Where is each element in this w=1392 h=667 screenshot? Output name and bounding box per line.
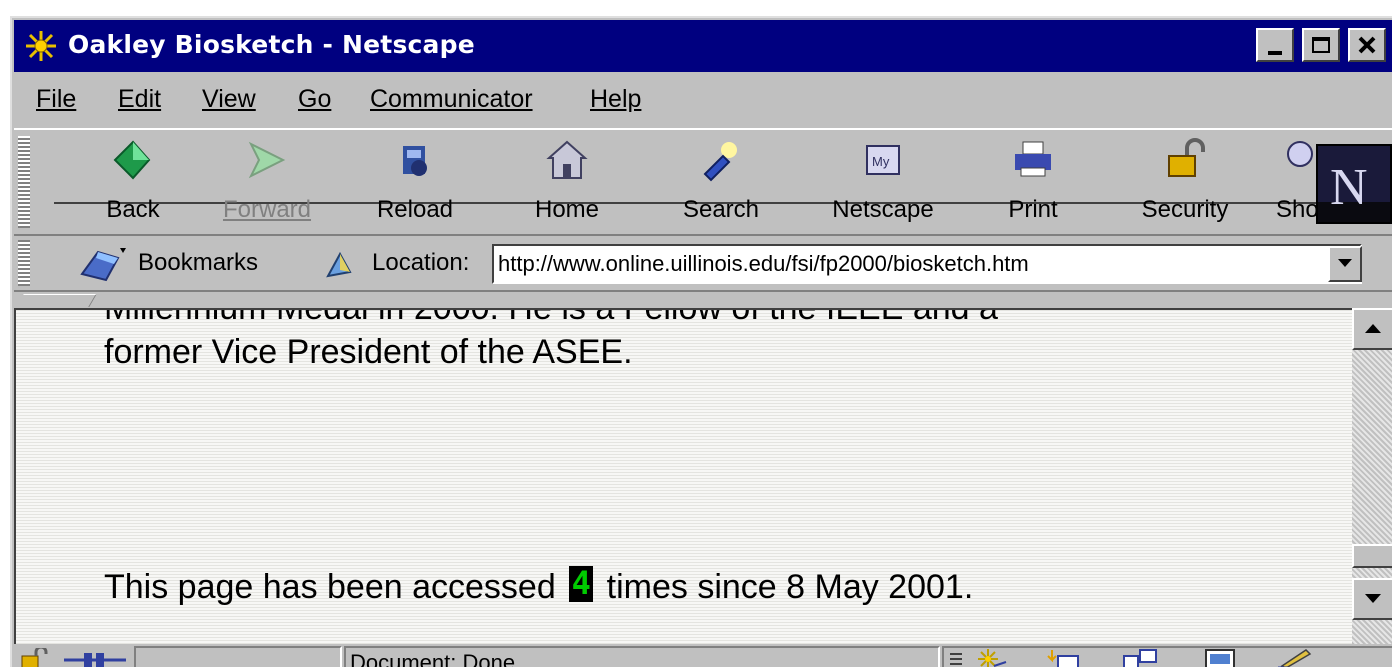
- home-button[interactable]: Home: [512, 138, 622, 228]
- menu-communicator[interactable]: Communicator: [370, 84, 533, 114]
- netscape-logo[interactable]: N: [1316, 144, 1392, 224]
- back-arrow-icon: [113, 140, 151, 180]
- progress-cell: [134, 646, 342, 667]
- discussion-component-icon[interactable]: [1120, 648, 1160, 667]
- window-title: Oakley Biosketch - Netscape: [68, 30, 475, 59]
- navigation-toolbar: Back Forward Reload Home Search My Netsc…: [14, 128, 1392, 236]
- scroll-down-button[interactable]: [1352, 578, 1392, 620]
- menu-edit[interactable]: Edit: [118, 84, 161, 114]
- component-bar-grip[interactable]: [950, 650, 962, 667]
- chevron-down-icon: [1338, 259, 1352, 267]
- toolbar-grip-handle[interactable]: [18, 136, 30, 228]
- content-line-2: former Vice President of the ASEE.: [104, 333, 633, 371]
- search-button[interactable]: Search: [666, 138, 776, 228]
- menu-file[interactable]: File: [36, 84, 76, 114]
- location-url-field[interactable]: http://www.online.uillinois.edu/fsi/fp20…: [492, 244, 1362, 284]
- composer-component-icon[interactable]: [1204, 648, 1236, 667]
- bookmarks-icon[interactable]: [78, 244, 130, 284]
- page-content: Millennium Medal in 2000. He is a Fellow…: [14, 308, 1352, 644]
- svg-text:My: My: [872, 154, 890, 169]
- content-line-1: Millennium Medal in 2000. He is a Fellow…: [104, 308, 998, 327]
- arrow-down-icon: [1365, 594, 1381, 603]
- browser-window: Oakley Biosketch - Netscape File Edit Vi…: [10, 16, 1392, 667]
- minimize-button[interactable]: [1256, 28, 1294, 62]
- edit-pencil-icon[interactable]: [1276, 646, 1316, 667]
- menu-help[interactable]: Help: [590, 84, 641, 114]
- hit-counter-line: This page has been accessed 4 times sinc…: [104, 564, 974, 607]
- status-bar: Document: Done: [14, 644, 1392, 667]
- online-connection-icon[interactable]: [58, 650, 132, 667]
- bookmarks-label[interactable]: Bookmarks: [138, 248, 258, 278]
- security-status-icon[interactable]: [20, 648, 50, 667]
- print-icon: [1015, 141, 1051, 177]
- svg-text:N: N: [1330, 159, 1368, 216]
- page-proxy-icon[interactable]: [324, 250, 354, 280]
- arrow-up-icon: [1365, 324, 1381, 333]
- maximize-icon: [1312, 37, 1330, 53]
- navigator-component-icon[interactable]: [976, 648, 1010, 667]
- status-text: Document: Done: [350, 650, 516, 667]
- minimize-icon: [1268, 51, 1282, 55]
- menu-view[interactable]: View: [202, 84, 256, 114]
- vertical-scrollbar[interactable]: [1352, 308, 1392, 644]
- close-button[interactable]: [1348, 28, 1386, 62]
- back-button[interactable]: Back: [78, 138, 188, 228]
- scrollbar-thumb[interactable]: [1352, 544, 1392, 568]
- hit-counter-digit: 4: [571, 564, 591, 602]
- location-label: Location:: [372, 249, 470, 276]
- reload-icon: [403, 146, 427, 176]
- mail-component-icon[interactable]: [1046, 648, 1082, 667]
- hit-counter: 4: [569, 564, 594, 602]
- security-button[interactable]: Security: [1130, 138, 1240, 228]
- scroll-up-button[interactable]: [1352, 308, 1392, 350]
- location-grip-handle[interactable]: [18, 240, 30, 286]
- netscape-app-icon: [24, 29, 58, 63]
- close-icon: [1358, 36, 1376, 54]
- reload-button[interactable]: Reload: [360, 138, 470, 228]
- forward-button[interactable]: Forward: [212, 138, 322, 228]
- menu-bar: File Edit View Go Communicator Help: [14, 74, 1392, 124]
- maximize-button[interactable]: [1302, 28, 1340, 62]
- title-bar[interactable]: Oakley Biosketch - Netscape: [14, 20, 1392, 72]
- netscape-n-icon: N: [1318, 159, 1390, 222]
- forward-arrow-icon: [248, 141, 286, 179]
- counter-suffix-text: times since 8 May 2001.: [606, 568, 974, 606]
- security-lock-icon: [1168, 138, 1205, 177]
- location-toolbar: Bookmarks Location: http://www.online.ui…: [14, 236, 1392, 292]
- my-netscape-icon: My: [866, 145, 900, 175]
- my-netscape-button[interactable]: My Netscape: [828, 138, 938, 228]
- home-icon: [546, 140, 588, 179]
- location-dropdown-button[interactable]: [1328, 246, 1362, 282]
- print-button[interactable]: Print: [978, 138, 1088, 228]
- menu-go[interactable]: Go: [298, 84, 331, 114]
- collapsed-toolbar-tab[interactable]: [16, 294, 97, 307]
- counter-prefix-text: This page has been accessed: [104, 568, 556, 606]
- search-icon: [703, 142, 737, 182]
